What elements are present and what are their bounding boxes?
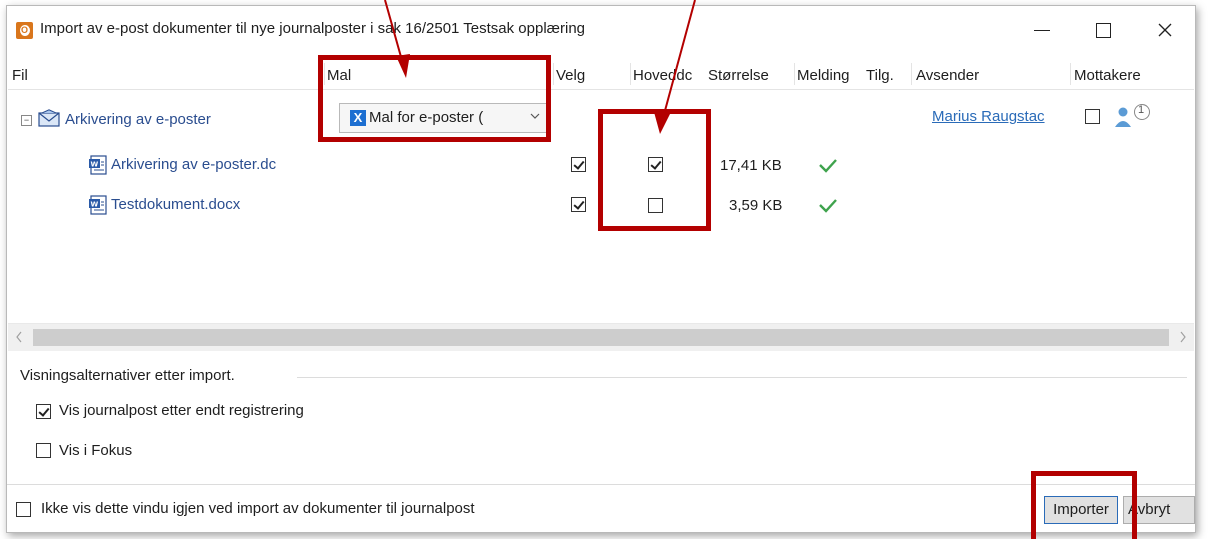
column-melding[interactable]: Melding: [797, 67, 863, 84]
collapse-icon[interactable]: −: [21, 115, 32, 126]
show-focus-checkbox[interactable]: [36, 443, 51, 458]
column-velg[interactable]: Velg: [556, 67, 626, 84]
column-mottakere[interactable]: Mottakere: [1074, 67, 1189, 84]
group-divider: [297, 377, 1187, 378]
table-row-email[interactable]: − Arkivering av e-poster Marius Raugstac…: [8, 103, 1194, 135]
main-document-checkbox[interactable]: [648, 198, 663, 213]
select-checkbox[interactable]: [571, 157, 586, 172]
email-icon: [38, 109, 60, 127]
close-icon: [1158, 23, 1172, 37]
document-grid: − Arkivering av e-poster Marius Raugstac…: [8, 90, 1194, 322]
column-avsender[interactable]: Avsender: [916, 67, 1066, 84]
scroll-right-icon[interactable]: [1179, 328, 1187, 349]
column-separator: [630, 63, 631, 85]
document-name[interactable]: Arkivering av e-poster.dc: [111, 156, 276, 173]
template-dropdown[interactable]: X Mal for e-poster (: [339, 103, 549, 133]
column-hoveddokument[interactable]: Hoveddc: [633, 67, 705, 84]
table-row-doc1[interactable]: W Arkivering av e-poster.dc 17,41 KB: [8, 149, 1194, 181]
file-size: 17,41 KB: [720, 157, 782, 174]
show-record-label[interactable]: Vis journalpost etter endt registrering: [59, 402, 304, 419]
close-button[interactable]: [1145, 12, 1185, 48]
recipient-checkbox[interactable]: [1085, 109, 1100, 124]
recipients-icon[interactable]: 1: [1113, 103, 1153, 133]
document-name[interactable]: Testdokument.docx: [111, 196, 240, 213]
scrollbar-thumb[interactable]: [33, 329, 1169, 346]
show-record-checkbox[interactable]: [36, 404, 51, 419]
table-row-doc2[interactable]: W Testdokument.docx 3,59 KB: [8, 190, 1194, 222]
import-button[interactable]: Importer: [1044, 496, 1118, 524]
show-focus-label[interactable]: Vis i Fokus: [59, 442, 132, 459]
minimize-button[interactable]: [1022, 12, 1062, 48]
scroll-left-icon[interactable]: [15, 328, 23, 349]
column-separator: [553, 63, 554, 85]
select-checkbox[interactable]: [571, 197, 586, 212]
footer-divider: [7, 484, 1195, 485]
window-title: Import av e-post dokumenter til nye jour…: [40, 20, 586, 37]
chevron-down-icon: [530, 107, 540, 128]
word-document-icon: W: [89, 195, 109, 215]
column-tilgang[interactable]: Tilg.: [866, 67, 910, 84]
column-separator: [324, 63, 325, 85]
column-storrelse[interactable]: Størrelse: [708, 67, 793, 84]
dont-show-again-checkbox[interactable]: [16, 502, 31, 517]
options-group-label: Visningsalternativer etter import.: [20, 367, 241, 384]
cancel-button[interactable]: Avbryt: [1123, 496, 1195, 524]
template-value: Mal for e-poster (: [369, 109, 484, 126]
word-document-icon: W: [89, 155, 109, 175]
svg-text:W: W: [91, 161, 99, 169]
sender-link[interactable]: Marius Raugstac: [932, 108, 1045, 125]
title-bar: O Import av e-post dokumenter til nye jo…: [7, 6, 1195, 56]
email-name[interactable]: Arkivering av e-poster: [65, 111, 211, 128]
horizontal-scrollbar[interactable]: [8, 323, 1194, 351]
maximize-icon: [1095, 22, 1111, 38]
main-document-checkbox[interactable]: [648, 157, 663, 172]
ok-check-icon: [819, 159, 837, 177]
column-mal[interactable]: Mal: [327, 67, 547, 84]
dont-show-again-label[interactable]: Ikke vis dette vindu igjen ved import av…: [41, 500, 475, 517]
recipient-count: 1: [1138, 104, 1145, 116]
import-dialog: O Import av e-post dokumenter til nye jo…: [6, 5, 1196, 533]
grid-header: Fil Mal Velg Hoveddc Størrelse Melding T…: [8, 59, 1194, 90]
minimize-icon: [1034, 29, 1050, 31]
column-separator: [911, 63, 912, 85]
file-size: 3,59 KB: [729, 197, 783, 214]
ok-check-icon: [819, 199, 837, 217]
column-separator: [1070, 63, 1071, 85]
column-separator: [794, 63, 795, 85]
maximize-button[interactable]: [1083, 12, 1123, 48]
column-fil[interactable]: Fil: [12, 67, 312, 84]
excel-icon: X: [350, 110, 366, 126]
outlook-icon: O: [16, 22, 33, 39]
svg-text:W: W: [91, 201, 99, 209]
